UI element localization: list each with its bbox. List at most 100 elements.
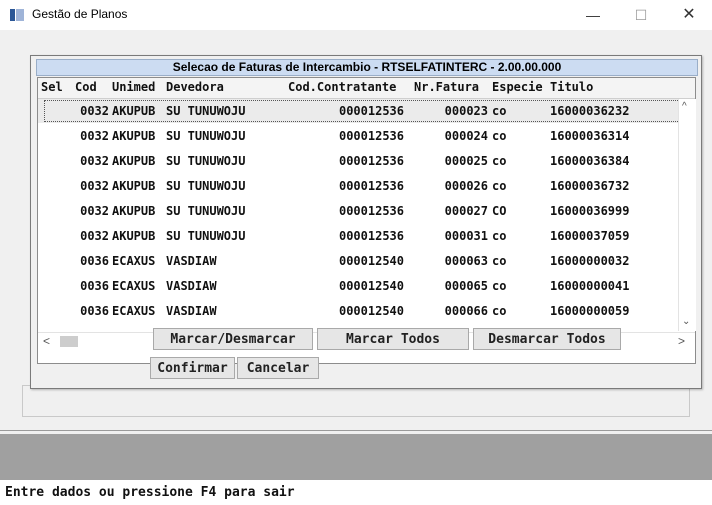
- especie-cell: co: [492, 304, 507, 318]
- titulo-cell: 16000036232: [550, 104, 630, 118]
- cod-cell: 0032: [80, 179, 109, 193]
- devedora-cell: SU TUNUWOJU: [166, 129, 246, 143]
- unimed-cell: ECAXUS: [112, 304, 156, 318]
- cod-cell: 0036: [80, 304, 109, 318]
- titulo-cell: 16000000059: [550, 304, 630, 318]
- fatura-cell: 000063: [444, 254, 488, 268]
- scroll-right-icon[interactable]: >: [678, 334, 685, 348]
- especie-cell: co: [492, 129, 507, 143]
- column-header-especie[interactable]: Especie: [492, 80, 548, 94]
- window-title: Gestão de Planos: [32, 7, 128, 21]
- cod-cell: 0032: [80, 229, 109, 243]
- especie-cell: co: [492, 179, 507, 193]
- column-header-devedora[interactable]: Devedora: [166, 80, 276, 94]
- fatura-cell: 000065: [444, 279, 488, 293]
- devedora-cell: VASDIAW: [166, 304, 217, 318]
- table-row[interactable]: 0036 ECAXUS VASDIAW 000012540 000066 co 160000…: [38, 299, 678, 323]
- dialog-titlebar: Selecao de Faturas de Intercambio - RTSE…: [36, 59, 698, 76]
- dialog-title: Selecao de Faturas de Intercambio - RTSE…: [172, 60, 562, 74]
- invoice-selection-dialog: Selecao de Faturas de Intercambio - RTSE…: [30, 55, 702, 389]
- devedora-cell: VASDIAW: [166, 254, 217, 268]
- especie-cell: co: [492, 279, 507, 293]
- status-bar: Entre dados ou pressione F4 para sair: [0, 480, 712, 505]
- close-button[interactable]: ✕: [666, 0, 712, 30]
- cod-cell: 0032: [80, 104, 109, 118]
- table-row[interactable]: 0032 AKUPUB SU TUNUWOJU 000012536 000023 co 16…: [38, 99, 678, 123]
- toggle-mark-button[interactable]: Marcar/Desmarcar: [153, 328, 313, 350]
- fatura-cell: 000026: [444, 179, 488, 193]
- status-message: Entre dados ou pressione F4 para sair: [5, 485, 295, 500]
- scroll-up-icon[interactable]: ^: [682, 101, 687, 112]
- contratante-cell: 000012536: [338, 179, 404, 193]
- horizontal-scroll-thumb[interactable]: [60, 336, 78, 347]
- vertical-scrollbar[interactable]: ^ ⌄: [678, 99, 696, 331]
- unimed-cell: AKUPUB: [112, 179, 156, 193]
- fatura-cell: 000027: [444, 204, 488, 218]
- fatura-cell: 000025: [444, 154, 488, 168]
- contratante-cell: 000012540: [338, 254, 404, 268]
- background-frame: [22, 385, 690, 417]
- background-panel: [0, 434, 712, 480]
- table-body: 0032 AKUPUB SU TUNUWOJU 000012536 000023 co 16…: [38, 99, 678, 331]
- background-divider: [0, 430, 712, 431]
- especie-cell: co: [492, 254, 507, 268]
- fatura-cell: 000066: [444, 304, 488, 318]
- table-row[interactable]: 0032 AKUPUB SU TUNUWOJU 000012536 000027 CO 16…: [38, 199, 678, 223]
- titulo-cell: 16000036314: [550, 129, 630, 143]
- cod-cell: 0032: [80, 129, 109, 143]
- table-row[interactable]: 0032 AKUPUB SU TUNUWOJU 000012536 000025 co 16…: [38, 149, 678, 173]
- contratante-cell: 000012536: [338, 154, 404, 168]
- unimed-cell: AKUPUB: [112, 129, 156, 143]
- column-header-nr-fatura[interactable]: Nr.Fatura: [414, 80, 490, 94]
- maximize-button[interactable]: ☐: [618, 0, 664, 30]
- especie-cell: co: [492, 154, 507, 168]
- contratante-cell: 000012540: [338, 304, 404, 318]
- window-titlebar: Gestão de Planos — ☐ ✕: [0, 0, 712, 30]
- scroll-left-icon[interactable]: <: [43, 334, 50, 348]
- devedora-cell: VASDIAW: [166, 279, 217, 293]
- confirm-button[interactable]: Confirmar: [150, 357, 235, 379]
- table-row[interactable]: 0032 AKUPUB SU TUNUWOJU 000012536 000026 co 16…: [38, 174, 678, 198]
- unimed-cell: AKUPUB: [112, 204, 156, 218]
- cod-cell: 0036: [80, 254, 109, 268]
- unimed-cell: ECAXUS: [112, 279, 156, 293]
- table-row[interactable]: 0032 AKUPUB SU TUNUWOJU 000012536 000031 co 16…: [38, 224, 678, 248]
- contratante-cell: 000012536: [338, 104, 404, 118]
- unimed-cell: AKUPUB: [112, 229, 156, 243]
- column-header-cod[interactable]: Cod: [75, 80, 109, 94]
- column-header-unimed[interactable]: Unimed: [112, 80, 162, 94]
- invoice-table: Sel Cod Unimed Devedora Cod.Contratante …: [37, 77, 696, 364]
- app-icon: [10, 9, 24, 21]
- cod-cell: 0036: [80, 279, 109, 293]
- titulo-cell: 16000036732: [550, 179, 630, 193]
- column-header-titulo[interactable]: Titulo: [550, 80, 678, 94]
- column-header-sel[interactable]: Sel: [41, 80, 71, 94]
- fatura-cell: 000023: [444, 104, 488, 118]
- devedora-cell: SU TUNUWOJU: [166, 179, 246, 193]
- devedora-cell: SU TUNUWOJU: [166, 104, 246, 118]
- cancel-button[interactable]: Cancelar: [237, 357, 319, 379]
- contratante-cell: 000012536: [338, 129, 404, 143]
- minimize-button[interactable]: —: [570, 0, 616, 30]
- titulo-cell: 16000000041: [550, 279, 630, 293]
- mark-all-button[interactable]: Marcar Todos: [317, 328, 469, 350]
- devedora-cell: SU TUNUWOJU: [166, 154, 246, 168]
- fatura-cell: 000031: [444, 229, 488, 243]
- fatura-cell: 000024: [444, 129, 488, 143]
- contratante-cell: 000012540: [338, 279, 404, 293]
- column-header-cod-contratante[interactable]: Cod.Contratante: [288, 80, 412, 94]
- devedora-cell: SU TUNUWOJU: [166, 229, 246, 243]
- devedora-cell: SU TUNUWOJU: [166, 204, 246, 218]
- titulo-cell: 16000036999: [550, 204, 630, 218]
- scroll-down-icon[interactable]: ⌄: [682, 316, 690, 327]
- table-row[interactable]: 0036 ECAXUS VASDIAW 000012540 000065 co 160000…: [38, 274, 678, 298]
- contratante-cell: 000012536: [338, 229, 404, 243]
- unimed-cell: ECAXUS: [112, 254, 156, 268]
- table-row[interactable]: 0032 AKUPUB SU TUNUWOJU 000012536 000024 co 16…: [38, 124, 678, 148]
- unmark-all-button[interactable]: Desmarcar Todos: [473, 328, 621, 350]
- titulo-cell: 16000000032: [550, 254, 630, 268]
- cod-cell: 0032: [80, 154, 109, 168]
- especie-cell: co: [492, 104, 507, 118]
- unimed-cell: AKUPUB: [112, 154, 156, 168]
- table-row[interactable]: 0036 ECAXUS VASDIAW 000012540 000063 co 160000…: [38, 249, 678, 273]
